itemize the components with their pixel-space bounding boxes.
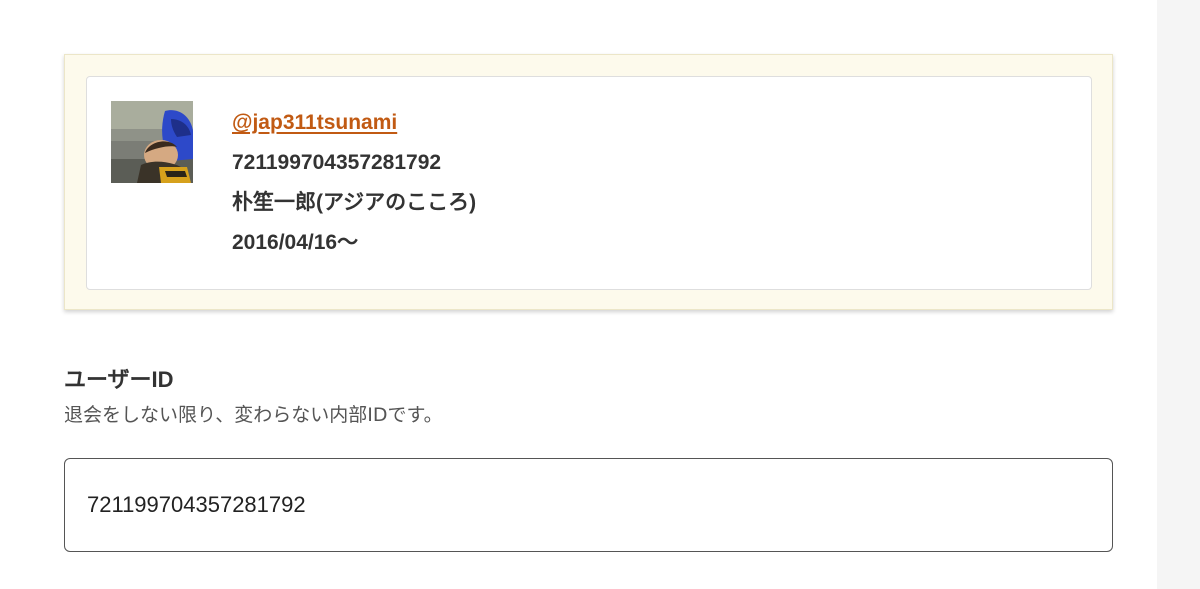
user-id-field[interactable] <box>64 458 1113 552</box>
profile-user-id: 721199704357281792 <box>232 151 442 174</box>
scroll-gutter <box>1157 0 1200 589</box>
profile-display-name: 朴笙一郎(アジアのこころ) <box>232 191 477 214</box>
profile-details: @jap311tsunami 721199704357281792 朴笙一郎(ア… <box>232 103 476 263</box>
profile-panel: @jap311tsunami 721199704357281792 朴笙一郎(ア… <box>64 54 1113 310</box>
screen-name-link[interactable]: @jap311tsunami <box>232 103 476 143</box>
page: @jap311tsunami 721199704357281792 朴笙一郎(ア… <box>0 0 1157 589</box>
user-id-help-text: 退会をしない限り、変わらない内部IDです。 <box>64 404 443 426</box>
avatar <box>111 101 193 183</box>
avatar-photo-icon <box>111 101 193 183</box>
user-id-label: ユーザーID <box>64 367 174 392</box>
profile-since-date: 2016/04/16〜 <box>232 231 359 254</box>
profile-card: @jap311tsunami 721199704357281792 朴笙一郎(ア… <box>86 76 1092 290</box>
